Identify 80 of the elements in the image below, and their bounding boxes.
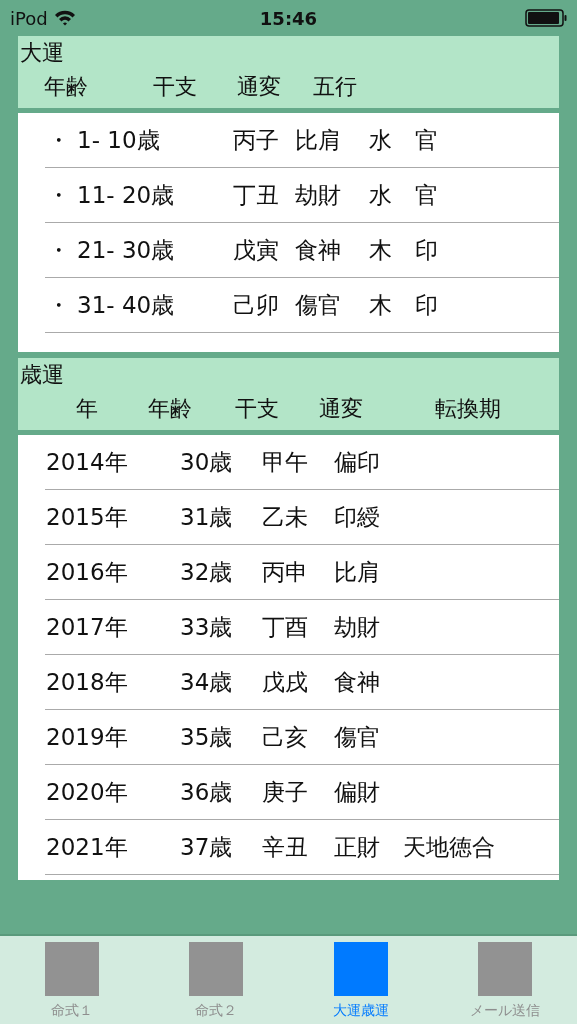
kanshi-text: 乙未 xyxy=(262,503,308,532)
bullet-mark: ・ xyxy=(47,236,70,265)
age-range: 21- 30歳 xyxy=(77,236,175,265)
square-icon xyxy=(189,942,244,996)
age-text: 37歳 xyxy=(180,833,233,862)
section-title: 歳運 xyxy=(19,361,65,389)
tsuhen-text: 偏財 xyxy=(334,778,380,807)
column-header: 干支 xyxy=(153,73,197,101)
fortune-text: 官 xyxy=(415,126,438,155)
age-range: 11- 20歳 xyxy=(77,181,175,210)
kanshi-text: 甲午 xyxy=(262,448,308,477)
tsuhen-text: 劫財 xyxy=(295,181,341,210)
kanshi-text: 丁酉 xyxy=(262,613,308,642)
kanshi-text: 丙申 xyxy=(262,558,308,587)
column-header: 転換期 xyxy=(435,395,501,423)
column-header: 年齢 xyxy=(44,73,88,101)
year-text: 2016年 xyxy=(46,558,128,587)
tsuhen-text: 印綬 xyxy=(334,503,380,532)
kanshi-text: 己亥 xyxy=(262,723,308,752)
tsuhen-text: 比肩 xyxy=(295,126,341,155)
year-text: 2015年 xyxy=(46,503,128,532)
tab[interactable]: 大運歳運 xyxy=(300,936,421,1024)
age-text: 30歳 xyxy=(180,448,233,477)
fortune-text: 官 xyxy=(415,181,438,210)
age-text: 32歳 xyxy=(180,558,233,587)
age-text: 31歳 xyxy=(180,503,233,532)
fortune-text: 印 xyxy=(415,236,438,265)
year-text: 2020年 xyxy=(46,778,128,807)
kanshi-text: 丙子 xyxy=(233,126,279,155)
year-text: 2018年 xyxy=(46,668,128,697)
bullet-mark: ・ xyxy=(47,181,70,210)
kanshi-text: 庚子 xyxy=(262,778,308,807)
tsuhen-text: 正財 xyxy=(334,833,380,862)
kanshi-text: 丁丑 xyxy=(233,181,279,210)
bullet-mark: ・ xyxy=(47,291,70,320)
column-header: 年 xyxy=(76,395,98,423)
tsuhen-text: 劫財 xyxy=(334,613,380,642)
age-text: 36歳 xyxy=(180,778,233,807)
status-time: 15:46 xyxy=(258,7,319,29)
kanshi-text: 戊戌 xyxy=(262,668,308,697)
tsuhen-text: 比肩 xyxy=(334,558,380,587)
tab[interactable]: 命式１ xyxy=(12,936,133,1024)
year-text: 2014年 xyxy=(46,448,128,477)
tsuhen-text: 食神 xyxy=(334,668,380,697)
gogyo-text: 木 xyxy=(369,291,392,320)
wifi-icon xyxy=(53,10,76,26)
column-header: 通変 xyxy=(319,395,363,423)
age-text: 34歳 xyxy=(180,668,233,697)
age-range: 1- 10歳 xyxy=(77,126,160,155)
section-title: 大運 xyxy=(19,39,65,67)
bullet-mark: ・ xyxy=(47,126,70,155)
column-header: 五行 xyxy=(313,73,357,101)
kanshi-text: 戊寅 xyxy=(233,236,279,265)
gogyo-text: 木 xyxy=(369,236,392,265)
column-header: 通変 xyxy=(237,73,281,101)
kanshi-text: 己卯 xyxy=(233,291,279,320)
gogyo-text: 水 xyxy=(369,181,392,210)
tsuhen-text: 偏印 xyxy=(334,448,380,477)
square-icon xyxy=(477,942,532,996)
carrier-name: iPod xyxy=(10,7,48,29)
tsuhen-text: 傷官 xyxy=(334,723,380,752)
battery-icon xyxy=(525,9,567,27)
turning-point-text: 天地徳合 xyxy=(403,833,495,862)
year-text: 2017年 xyxy=(46,613,128,642)
fortune-text: 印 xyxy=(415,291,438,320)
square-icon xyxy=(333,942,388,996)
tsuhen-text: 傷官 xyxy=(295,291,341,320)
column-header: 干支 xyxy=(235,395,279,423)
year-text: 2019年 xyxy=(46,723,128,752)
square-icon xyxy=(45,942,100,996)
gogyo-text: 水 xyxy=(369,126,392,155)
age-text: 35歳 xyxy=(180,723,233,752)
age-text: 33歳 xyxy=(180,613,233,642)
age-range: 31- 40歳 xyxy=(77,291,175,320)
tab[interactable]: 命式２ xyxy=(156,936,277,1024)
kanshi-text: 辛丑 xyxy=(262,833,308,862)
year-text: 2021年 xyxy=(46,833,128,862)
tsuhen-text: 食神 xyxy=(295,236,341,265)
column-header: 年齢 xyxy=(148,395,192,423)
tab[interactable]: メール送信 xyxy=(444,936,565,1024)
